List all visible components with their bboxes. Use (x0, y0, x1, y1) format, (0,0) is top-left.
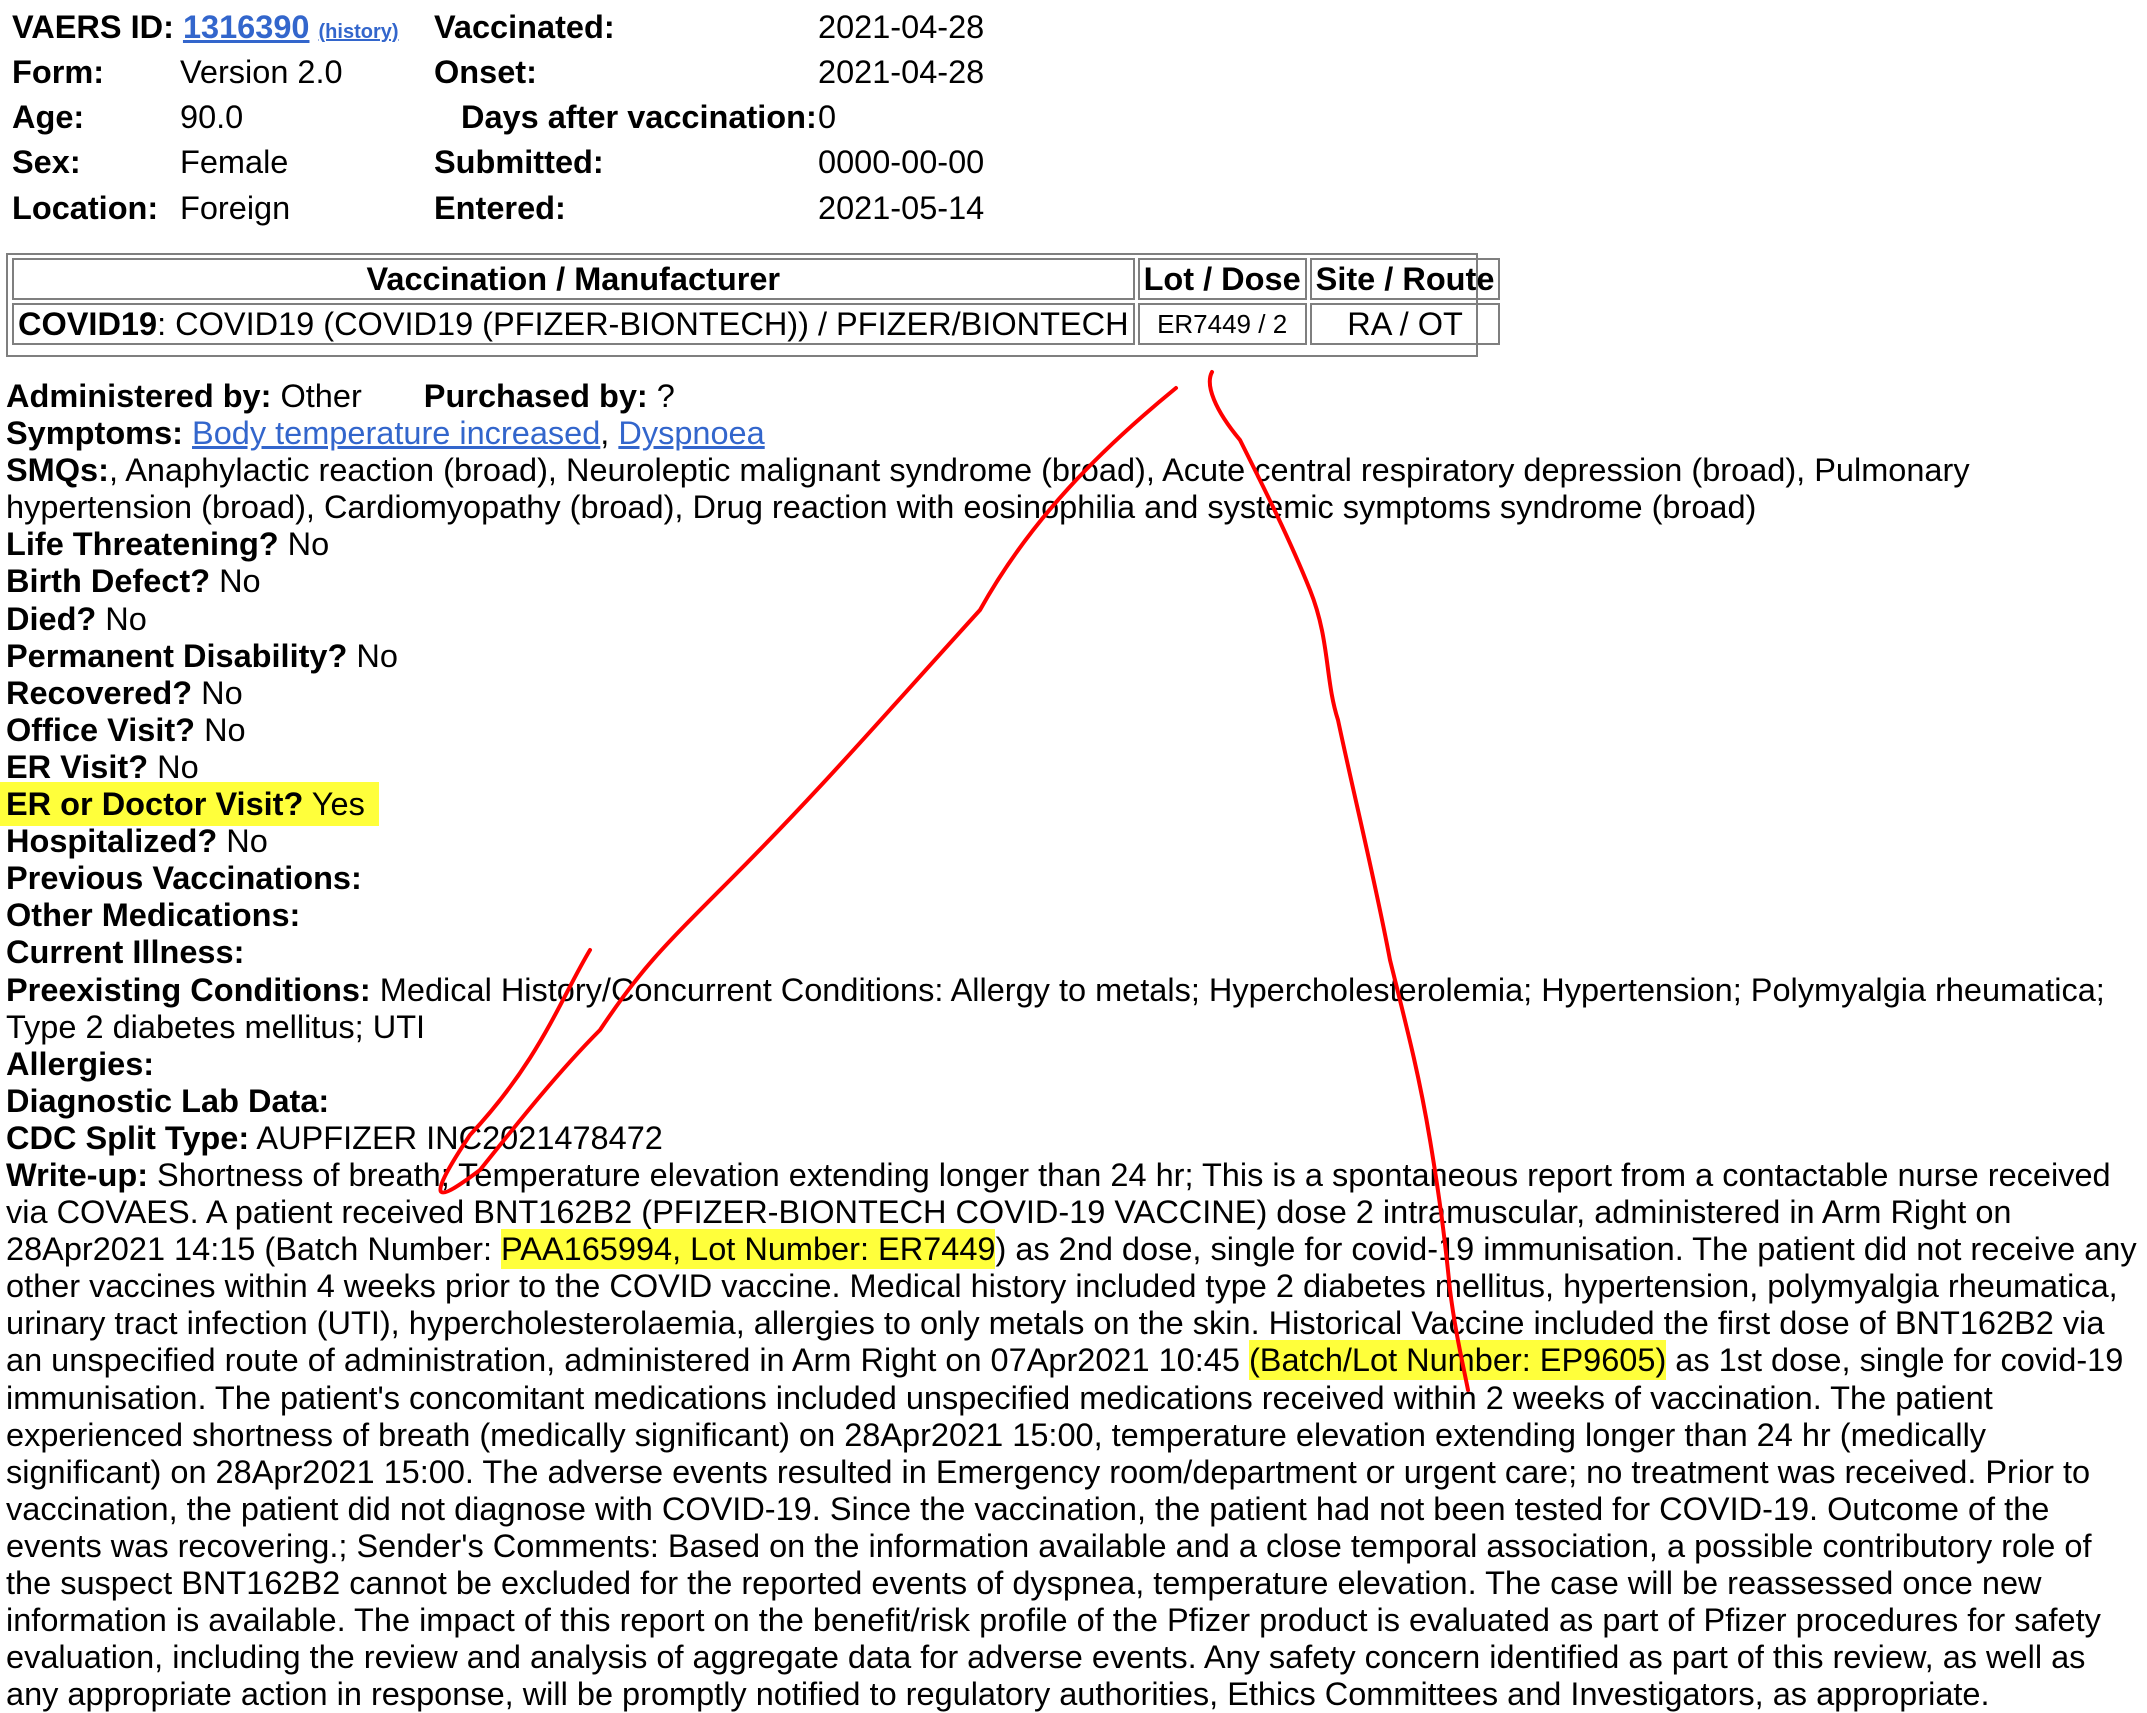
current-illness-label: Current Illness: (6, 934, 245, 971)
submitted-label: Submitted: (434, 144, 604, 180)
vaccination-table: Vaccination / Manufacturer Lot / Dose Si… (6, 253, 1501, 357)
location-label: Location: (12, 190, 159, 226)
onset-label: Onset: (434, 54, 537, 90)
life-threatening-value: No (278, 526, 330, 563)
sex-value: Female (180, 144, 289, 180)
cdc-split-row: CDC Split Type: AUPFIZER INC2021478472 (6, 1120, 2142, 1157)
vaers-id-label: VAERS ID: (12, 9, 174, 45)
birth-defect-value: No (210, 563, 261, 600)
writeup-row: Write-up: Shortness of breath; Temperatu… (6, 1157, 2142, 1713)
lot-dose-cell: ER7449 / 2 (1137, 303, 1307, 345)
er-visit-row: ER Visit? No (6, 749, 2142, 786)
vaccinated-label: Vaccinated: (434, 9, 615, 45)
symptom-link-body-temperature[interactable]: Body temperature increased (192, 415, 600, 451)
office-visit-value: No (195, 711, 246, 748)
writeup-highlight-lot-er7449: PAA165994, Lot Number: ER7449 (501, 1229, 996, 1270)
died-row: Died? No (6, 601, 2142, 638)
submitted-value: 0000-00-00 (818, 144, 985, 180)
office-visit-row: Office Visit? No (6, 712, 2142, 749)
er-doctor-value: Yes (303, 786, 365, 823)
days-after-label: Days after vaccination: (461, 99, 817, 135)
administered-value: Other (271, 378, 362, 414)
allergies-row: Allergies: (6, 1046, 2142, 1083)
hospitalized-label: Hospitalized? (6, 823, 218, 860)
vaers-report-page: VAERS ID: 1316390 (history) Form: Versio… (0, 0, 2147, 1712)
form-label: Form: (12, 54, 105, 90)
location-value: Foreign (180, 190, 291, 226)
previous-vaccinations-row: Previous Vaccinations: (6, 860, 2142, 897)
vaccine-cell: COVID19: COVID19 (COVID19 (PFIZER-BIONTE… (12, 303, 1135, 345)
preexisting-label: Preexisting Conditions: (6, 971, 371, 1008)
disability-value: No (347, 637, 398, 674)
symptoms-label: Symptoms: (6, 415, 183, 452)
previous-vaccinations-label: Previous Vaccinations: (6, 860, 362, 897)
er-visit-value: No (148, 748, 199, 785)
symptoms-row: Symptoms: Body temperature increased, Dy… (6, 415, 2142, 452)
sex-label: Sex: (12, 144, 81, 180)
entered-value: 2021-05-14 (818, 190, 985, 226)
cdc-split-value: AUPFIZER INC2021478472 (249, 1119, 663, 1156)
col-header-site-route: Site / Route (1309, 258, 1501, 300)
table-row: COVID19: COVID19 (COVID19 (PFIZER-BIONTE… (12, 303, 1501, 345)
administered-label: Administered by: (6, 378, 272, 414)
writeup-highlight-lot-ep9605: (Batch/Lot Number: EP9605) (1248, 1340, 1667, 1381)
hospitalized-value: No (217, 823, 268, 860)
writeup-label: Write-up: (6, 1156, 149, 1193)
died-label: Died? (6, 600, 97, 637)
symptom-link-dyspnoea[interactable]: Dyspnoea (618, 415, 764, 451)
purchased-label: Purchased by: (423, 378, 648, 414)
diagnostic-label: Diagnostic Lab Data: (6, 1082, 330, 1119)
vaccinated-value: 2021-04-28 (818, 9, 985, 45)
disability-row: Permanent Disability? No (6, 638, 2142, 675)
days-after-value: 0 (818, 99, 837, 135)
smqs-row: SMQs:, Anaphylactic reaction (broad), Ne… (6, 452, 2142, 526)
site-route-cell: RA / OT (1309, 303, 1501, 345)
vaers-id-row: VAERS ID: 1316390 (history) (12, 5, 399, 54)
disability-label: Permanent Disability? (6, 637, 348, 674)
col-header-lot-dose: Lot / Dose (1137, 258, 1307, 300)
diagnostic-row: Diagnostic Lab Data: (6, 1083, 2142, 1120)
allergies-label: Allergies: (6, 1045, 155, 1082)
recovered-value: No (192, 674, 243, 711)
vaccine-code: COVID19 (18, 306, 158, 342)
history-link[interactable]: (history) (319, 21, 399, 43)
age-value: 90.0 (180, 99, 244, 135)
er-visit-label: ER Visit? (6, 748, 149, 785)
writeup-text-3: as 1st dose, single for covid-19 immunis… (6, 1342, 2124, 1713)
died-value: No (96, 600, 147, 637)
life-threatening-label: Life Threatening? (6, 526, 279, 563)
recovered-row: Recovered? No (6, 675, 2142, 712)
smqs-label: SMQs: (6, 452, 109, 489)
purchased-value: ? (647, 378, 675, 414)
er-doctor-highlight: ER or Doctor Visit? Yes (0, 782, 379, 827)
office-visit-label: Office Visit? (6, 711, 196, 748)
er-doctor-label: ER or Doctor Visit? (6, 786, 304, 823)
vaccine-name: : COVID19 (COVID19 (PFIZER-BIONTECH)) / … (157, 306, 1129, 342)
other-medications-row: Other Medications: (6, 897, 2142, 934)
form-value: Version 2.0 (180, 54, 343, 90)
recovered-label: Recovered? (6, 674, 193, 711)
table-header-row: Vaccination / Manufacturer Lot / Dose Si… (12, 258, 1501, 300)
vaers-id-link[interactable]: 1316390 (183, 9, 310, 45)
administered-row: Administered by: Other Purchased by: ? (6, 378, 2142, 415)
report-details: Administered by: Other Purchased by: ? Sy… (0, 378, 2142, 1713)
entered-label: Entered: (434, 190, 566, 226)
symptom-separator: , (600, 415, 619, 452)
birth-defect-row: Birth Defect? No (6, 563, 2142, 600)
smqs-value: , Anaphylactic reaction (broad), Neurole… (6, 452, 1970, 526)
col-header-vaccination: Vaccination / Manufacturer (12, 258, 1135, 300)
age-label: Age: (12, 99, 85, 135)
hospitalized-row: Hospitalized? No (6, 823, 2142, 860)
current-illness-row: Current Illness: (6, 934, 2142, 971)
life-threatening-row: Life Threatening? No (6, 526, 2142, 563)
other-medications-label: Other Medications: (6, 897, 301, 934)
cdc-split-label: CDC Split Type: (6, 1119, 250, 1156)
birth-defect-label: Birth Defect? (6, 563, 211, 600)
preexisting-row: Preexisting Conditions: Medical History/… (6, 972, 2142, 1046)
onset-value: 2021-04-28 (818, 54, 985, 90)
er-doctor-visit-row: ER or Doctor Visit? Yes (0, 782, 2142, 827)
